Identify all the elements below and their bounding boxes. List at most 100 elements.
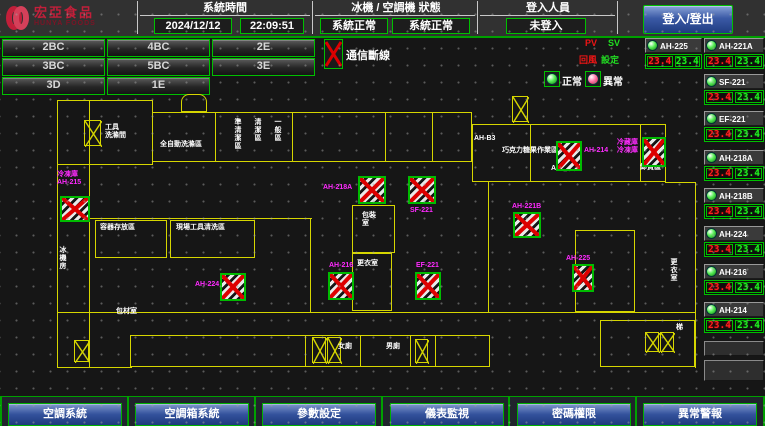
ahu-unit-icon-ah-225[interactable] xyxy=(572,264,594,292)
chiller-status-value: 系統正常 xyxy=(320,18,388,34)
ahu-unit-label: 冷藏庫冷凍庫 xyxy=(617,139,638,155)
ahu-unit-icon-ah-216[interactable] xyxy=(328,272,354,300)
header-divider xyxy=(617,1,618,34)
footer-divider xyxy=(254,397,256,426)
room-label: 清潔區 xyxy=(253,118,261,142)
unit-head: SF-221 xyxy=(704,74,764,89)
floor-button-2e[interactable]: 2E xyxy=(212,39,315,57)
unit-panel-ah-225[interactable]: AH-22523.423.4 xyxy=(645,38,702,71)
header-bar: 宏亞食品 HUNYA FOODS 系統時間 2024/12/12 22:09:5… xyxy=(0,0,765,36)
unit-panel-ah-214[interactable]: AH-21423.423.4 xyxy=(704,302,764,335)
unit-status-led-icon xyxy=(706,304,717,315)
abnormal-led-box xyxy=(585,71,601,87)
plan-wall xyxy=(181,94,207,112)
pv-label: PV xyxy=(585,38,597,48)
header-underline xyxy=(140,15,310,16)
footer-button-2[interactable]: 空調箱系統 xyxy=(135,403,249,426)
system-time-label: 系統時間 xyxy=(140,2,310,15)
unit-name-label: AH-218A xyxy=(719,153,753,163)
room-label: 包裝室 xyxy=(362,212,376,228)
ahu-unit-label: AH-216 xyxy=(329,262,353,270)
unit-pv-value: 23.4 xyxy=(706,244,733,255)
unit-panel-ah-218a[interactable]: AH-218A23.423.4 xyxy=(704,150,764,183)
normal-led-icon xyxy=(546,73,558,85)
footer-button-1[interactable]: 空調系統 xyxy=(8,403,122,426)
ahu-unit-icon-ah-224[interactable] xyxy=(220,273,246,301)
ahu-unit-icon-冷藏庫[interactable] xyxy=(642,137,666,167)
room-label: 更衣室 xyxy=(357,260,378,268)
room-label: 包材室 xyxy=(116,308,137,316)
unit-values: 23.423.4 xyxy=(704,204,764,219)
unit-status-led-icon xyxy=(706,76,717,87)
room-label: 梯 xyxy=(676,324,683,332)
stair-icon xyxy=(645,332,659,352)
unit-values: 23.423.4 xyxy=(704,54,764,69)
unit-panel-ef-221[interactable]: EF-221 23.423.4 xyxy=(704,111,764,144)
comm-loss-icon xyxy=(324,39,343,69)
footer-button-6[interactable]: 異常警報 xyxy=(643,403,757,426)
room-label: AH-B3 xyxy=(474,135,495,143)
abnormal-led-icon xyxy=(587,73,599,85)
room-label: 容器存放區 xyxy=(100,224,135,232)
unit-head: AH-218B xyxy=(704,188,764,203)
plan-wall-line xyxy=(310,218,311,313)
unit-pv-value: 23.4 xyxy=(706,56,733,67)
floor-button-5bc[interactable]: 5BC xyxy=(107,58,210,76)
ahu-unit-icon-ef-221[interactable] xyxy=(415,272,441,300)
login-user-value: 未登入 xyxy=(506,18,586,34)
floor-button-4bc[interactable]: 4BC xyxy=(107,39,210,57)
floor-button-3d[interactable]: 3D xyxy=(2,77,105,95)
header-divider xyxy=(312,1,313,34)
unit-name-label: AH-214 xyxy=(719,305,747,315)
ahu-unit-label: AH-225 xyxy=(566,255,590,263)
footer-divider xyxy=(508,397,510,426)
footer-button-5[interactable]: 密碼權限 xyxy=(517,403,631,426)
unit-panel-sf-221[interactable]: SF-22123.423.4 xyxy=(704,74,764,107)
footer-button-3[interactable]: 參數設定 xyxy=(262,403,376,426)
floor-button-1e[interactable]: 1E xyxy=(107,77,210,95)
footer-button-4[interactable]: 儀表監視 xyxy=(390,403,504,426)
unit-head: AH-225 xyxy=(645,38,702,53)
ahu-unit-label: EF-221 xyxy=(416,262,439,270)
unit-status-led-icon xyxy=(706,190,717,201)
unit-pv-value: 23.4 xyxy=(706,129,733,140)
unit-status-led-icon xyxy=(647,40,658,51)
unit-name-label: EF-221 xyxy=(719,114,745,124)
unit-head: AH-214 xyxy=(704,302,764,317)
floor-button-3bc[interactable]: 3BC xyxy=(2,58,105,76)
plan-wall-line xyxy=(665,182,696,183)
unit-name-label: AH-216 xyxy=(719,267,747,277)
ahu-unit-icon-ah-218a[interactable] xyxy=(358,176,386,204)
sv-label: SV xyxy=(608,38,620,48)
plan-wall-line xyxy=(488,182,489,313)
plan-wall-line xyxy=(385,112,386,162)
ahu-unit-icon-ah-214[interactable] xyxy=(556,141,582,171)
login-logout-button[interactable]: 登入/登出 xyxy=(643,5,733,34)
ahu-unit-label: AH-214 xyxy=(584,147,608,155)
unit-panel-ah-218b[interactable]: AH-218B23.423.4 xyxy=(704,188,764,221)
system-time-value: 22:09:51 xyxy=(240,18,304,34)
unit-pv-value: 23.4 xyxy=(706,92,733,103)
brand-text: 宏亞食品 HUNYA FOODS xyxy=(34,7,96,29)
ahu-unit-icon-sf-221[interactable] xyxy=(408,176,436,204)
room-label: 巧克力糖果作業區 xyxy=(502,147,558,155)
unit-sv-value: 23.4 xyxy=(735,320,762,331)
unit-sv-value: 23.4 xyxy=(735,129,762,140)
footer-divider xyxy=(127,397,129,426)
normal-label: 正常 xyxy=(562,73,582,88)
floor-button-2bc[interactable]: 2BC xyxy=(2,39,105,57)
ahu-unit-icon-ah-221b[interactable] xyxy=(513,212,541,238)
unit-status-led-icon xyxy=(706,228,717,239)
header-underline xyxy=(315,15,475,16)
unit-panel-ah-216[interactable]: AH-21623.423.4 xyxy=(704,264,764,297)
unit-panel-ah-224[interactable]: AH-22423.423.4 xyxy=(704,226,764,259)
ahu-unit-icon-ah-215[interactable] xyxy=(60,196,90,222)
unit-head: EF-221 xyxy=(704,111,764,126)
machine-status-label: 冰機 / 空調機 狀態 xyxy=(315,2,477,15)
ahu-unit-label: AH-218A xyxy=(323,184,352,192)
unit-name-label: AH-221A xyxy=(719,41,753,51)
unit-head: AH-221A xyxy=(704,38,764,53)
unit-values: 23.423.4 xyxy=(704,90,764,105)
floor-button-3e[interactable]: 3E xyxy=(212,58,315,76)
unit-panel-ah-221a[interactable]: AH-221A 23.423.4 xyxy=(704,38,764,71)
